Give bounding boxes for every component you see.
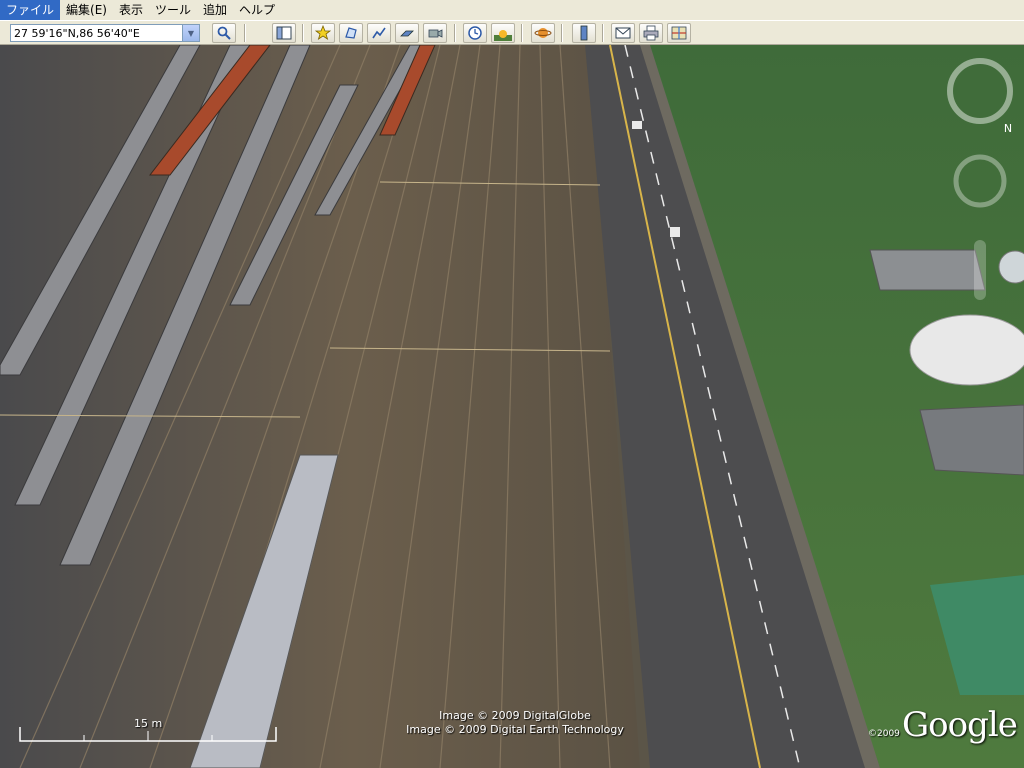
compass-ring-icon[interactable]: N [944, 55, 1016, 305]
toolbar-separator [454, 24, 456, 42]
menu-view[interactable]: 表示 [113, 0, 149, 20]
coordinates-value[interactable]: 27 59'16"N,86 56'40"E [11, 27, 182, 40]
toolbar-separator [561, 24, 563, 42]
print-button[interactable] [639, 23, 663, 43]
menu-edit[interactable]: 編集(E) [60, 0, 113, 20]
printer-icon [643, 25, 659, 41]
record-tour-button[interactable] [423, 23, 447, 43]
switch-to-sky-button[interactable] [531, 23, 555, 43]
toolbar: 27 59'16"N,86 56'40"E ▼ [0, 20, 1024, 45]
google-logo: Google [902, 705, 1018, 745]
add-placemark-button[interactable] [311, 23, 335, 43]
camera-icon [428, 29, 443, 38]
image-overlay-button[interactable] [395, 23, 419, 43]
envelope-icon [615, 27, 631, 39]
imagery-attribution: Image © 2009 DigitalGlobe Image © 2009 D… [390, 709, 640, 737]
menu-help[interactable]: ヘルプ [233, 0, 281, 20]
menu-tools[interactable]: ツール [149, 0, 197, 20]
sidebar-toggle-button[interactable] [272, 23, 296, 43]
polygon-icon [345, 27, 357, 39]
menu-add[interactable]: 追加 [197, 0, 233, 20]
ruler-icon [580, 25, 588, 41]
overlay-icon [400, 30, 414, 37]
planet-icon [534, 28, 552, 38]
copyright-year: ©2009 [868, 729, 900, 739]
pushpin-icon [315, 25, 331, 40]
toolbar-separator [244, 24, 246, 42]
scale-bar: 15 m [18, 717, 280, 743]
attribution-line: Image © 2009 DigitalGlobe [439, 709, 591, 722]
search-button[interactable] [212, 23, 236, 43]
toolbar-separator [602, 24, 604, 42]
location-combobox[interactable]: 27 59'16"N,86 56'40"E ▼ [10, 24, 200, 42]
attribution-line: Image © 2009 Digital Earth Technology [406, 723, 624, 736]
magnifier-icon [217, 26, 231, 40]
scale-ruler-icon [19, 727, 277, 742]
historical-imagery-button[interactable] [463, 23, 487, 43]
map-view[interactable]: N 15 m Image © 2009 DigitalGlobe Image ©… [0, 45, 1024, 768]
email-button[interactable] [611, 23, 635, 43]
add-path-button[interactable] [367, 23, 391, 43]
add-polygon-button[interactable] [339, 23, 363, 43]
view-in-maps-button[interactable] [667, 23, 691, 43]
sun-icon [494, 30, 512, 41]
sunlight-button[interactable] [491, 23, 515, 43]
menu-file[interactable]: ファイル [0, 0, 61, 20]
ruler-button[interactable] [572, 23, 596, 43]
path-icon [372, 27, 386, 39]
toolbar-separator [302, 24, 304, 42]
navigation-control[interactable]: N [944, 55, 1016, 305]
map-icon [671, 26, 687, 40]
chevron-down-icon[interactable]: ▼ [182, 25, 199, 41]
toolbar-separator [521, 24, 523, 42]
sidebar-icon [276, 26, 292, 40]
svg-text:N: N [1004, 122, 1012, 135]
menu-bar: ファイル 編集(E) 表示 ツール 追加 ヘルプ [0, 0, 1024, 20]
clock-icon [468, 26, 482, 40]
satellite-imagery [0, 45, 1024, 768]
